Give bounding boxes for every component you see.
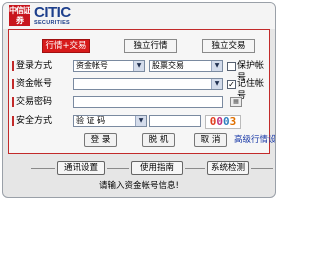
chevron-down-icon: ▼ [135,116,146,126]
soft-keyboard-icon[interactable]: ▦ [230,97,242,107]
captcha-digit: 0 [216,115,223,128]
captcha-digit: 3 [229,115,237,128]
brand-name: CITIC [34,4,71,21]
login-button[interactable]: 登 录 [84,133,117,147]
system-check-button[interactable]: 系统检测 [207,161,249,175]
captcha-image[interactable]: 0003 [205,115,241,129]
tab-quote-only[interactable]: 独立行情 [124,39,177,53]
brand-subtitle: SECURITIES [34,20,71,26]
protect-account-checkbox[interactable] [227,62,236,71]
divider [31,168,55,169]
security-method-value: 验 证 码 [76,116,106,125]
captcha-digit: 0 [223,115,230,128]
password-label: 交易密码 [12,96,52,108]
tab-trade-only[interactable]: 独立交易 [202,39,255,53]
advanced-quote-settings-link[interactable]: 高级行情设置 [234,134,275,146]
captcha-input[interactable] [149,115,201,127]
brand-header: 中信证券 CITIC SECURITIES [3,3,275,29]
password-input[interactable] [73,96,223,108]
logo-text: 中信证券 [9,6,31,25]
bottom-toolbar: 通讯设置 使用指南 系统检测 [3,158,275,178]
chevron-down-icon: ▼ [133,61,144,71]
login-method-select[interactable]: 资金帐号 ▼ [73,60,145,72]
divider [185,168,205,169]
security-method-select[interactable]: 验 证 码 ▼ [73,115,147,127]
login-method-label: 登录方式 [12,60,52,72]
login-type-select[interactable]: 股票交易 ▼ [149,60,223,72]
remember-account-checkbox[interactable]: ✓ [227,80,236,89]
account-input[interactable]: ▼ [73,78,223,90]
login-type-value: 股票交易 [152,61,184,70]
tab-quote-and-trade[interactable]: 行情+交易 [42,39,90,53]
citic-logo-icon: 中信证券 [9,5,31,26]
user-guide-button[interactable]: 使用指南 [131,161,183,175]
divider [107,168,129,169]
login-window: 中信证券 CITIC SECURITIES 行情+交易 独立行情 独立交易 登录… [2,2,276,198]
status-message: 请输入资金帐号信息! [99,181,179,191]
divider [251,168,273,169]
cancel-button[interactable]: 取 消 [194,133,227,147]
login-method-value: 资金帐号 [76,61,108,70]
chevron-down-icon: ▼ [211,79,222,89]
security-method-label: 安全方式 [12,115,52,127]
comm-settings-button[interactable]: 通讯设置 [57,161,105,175]
login-panel: 行情+交易 独立行情 独立交易 登录方式 资金帐号 ▼ 股票交易 ▼ 保护帐号 … [8,29,275,154]
offline-button[interactable]: 脱 机 [142,133,175,147]
chevron-down-icon: ▼ [211,61,222,71]
account-label: 资金帐号 [12,78,52,90]
